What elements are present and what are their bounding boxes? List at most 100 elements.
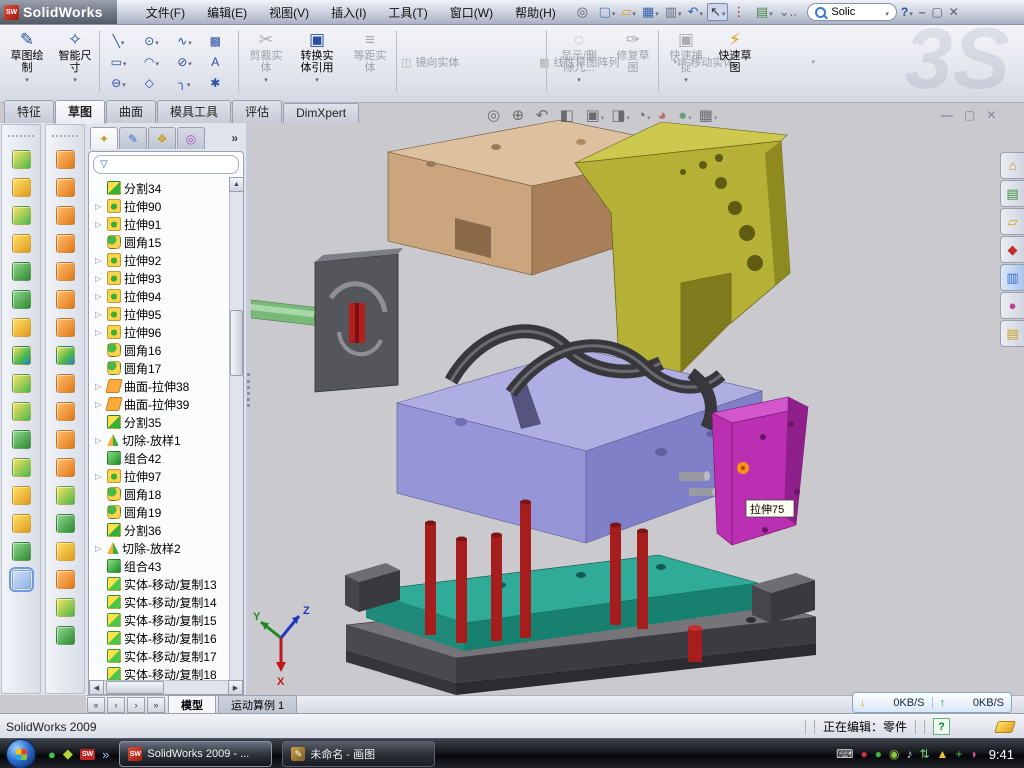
toolbar-icon[interactable] [56, 514, 75, 533]
taskbar-window-button[interactable]: ✎ 未命名 - 画图 [282, 741, 435, 767]
sketch-tool-button[interactable]: ◫ 镜向实体 ▾ [401, 28, 539, 96]
toolbar-icon[interactable] [56, 402, 75, 421]
expand-arrow-icon[interactable] [95, 436, 104, 445]
toolbar-icon[interactable] [12, 178, 31, 197]
dropdown-arrow-icon[interactable] [187, 55, 192, 69]
menu-item[interactable]: 窗口(W) [439, 1, 504, 24]
toolbar-icon[interactable] [12, 262, 31, 281]
feature-tree-item[interactable]: 拉伸95 [95, 305, 229, 323]
menu-item[interactable]: 文件(F) [135, 1, 196, 24]
graphics-viewport[interactable]: 拉伸75 Y Z X ◎ ⊕ ↶ ◧ ▣ ◨ [251, 102, 1024, 695]
tray-icon[interactable]: ◉ [889, 748, 899, 760]
sketch-entity-button[interactable]: ◠ [135, 51, 168, 72]
feature-tree-item[interactable]: 圆角17 [95, 359, 229, 377]
dropdown-arrow-icon[interactable]: ▾ [811, 58, 815, 66]
toolbar-icon[interactable] [56, 374, 75, 393]
dropdown-arrow-icon[interactable] [187, 34, 192, 48]
feature-tree-item[interactable]: 拉伸93 [95, 269, 229, 287]
feature-tree-item[interactable]: 分割36 [95, 521, 229, 539]
window-control-button[interactable]: – [919, 6, 926, 18]
toolbar-icon[interactable] [56, 150, 75, 169]
dropdown-arrow-icon[interactable] [713, 107, 718, 124]
rapid-sketch-button[interactable]: ⚡ 快速草 图 [712, 28, 758, 96]
task-pane-tab[interactable]: ▱ [1000, 208, 1024, 235]
sketch-button[interactable]: ✎ 草图绘 制 ▾ [4, 28, 50, 96]
toolbar-icon[interactable] [56, 458, 75, 477]
feature-tree-item[interactable]: 拉伸90 [95, 197, 229, 215]
ribbon-tab[interactable]: 特征 [4, 100, 54, 123]
view-tool-button[interactable]: ◕ [657, 107, 671, 124]
toolbar-icon[interactable] [12, 290, 31, 309]
window-control-button[interactable]: — [941, 108, 953, 122]
view-tool-button[interactable]: ◧ [560, 106, 579, 124]
feature-tree-item[interactable]: 拉伸97 [95, 467, 229, 485]
dropdown-arrow-icon[interactable] [121, 76, 126, 90]
view-tool-button[interactable]: ◎ [487, 106, 505, 124]
toolbar-icon[interactable] [56, 318, 75, 337]
expand-arrow-icon[interactable] [95, 220, 104, 229]
menu-item[interactable]: 帮助(H) [504, 1, 567, 24]
dropdown-arrow-icon[interactable] [698, 5, 703, 19]
smart-dimension-button[interactable]: ✧ 智能尺 寸 ▾ [52, 28, 98, 96]
expand-arrow-icon[interactable] [95, 382, 104, 391]
toolbar-icon[interactable] [56, 234, 75, 253]
dropdown-arrow-icon[interactable] [120, 34, 125, 48]
feature-tree-item[interactable]: 曲面-拉伸38 [95, 377, 229, 395]
sketch-entity-button[interactable]: ∿ [168, 30, 201, 51]
offset-entities-button[interactable]: ≡ 等距实 体 [347, 28, 393, 96]
toolbar-icon[interactable] [56, 486, 75, 505]
toolbar-button[interactable]: ▢ [597, 4, 618, 20]
menu-item[interactable]: 插入(I) [320, 1, 377, 24]
panel-splitter[interactable] [246, 123, 251, 695]
toolbar-icon[interactable] [12, 206, 31, 225]
toolbar-icon[interactable] [56, 430, 75, 449]
toolbar-icon[interactable] [12, 234, 31, 253]
scroll-up-button[interactable]: ▲ [229, 177, 243, 192]
scrollbar-thumb[interactable] [230, 310, 243, 376]
search-box[interactable] [807, 3, 897, 21]
feature-tree-item[interactable]: 圆角19 [95, 503, 229, 521]
quick-launch-icon[interactable]: » [102, 747, 109, 762]
search-dropdown-icon[interactable] [884, 5, 889, 19]
tray-icon[interactable]: ◑ [969, 748, 976, 760]
expand-arrow-icon[interactable] [95, 328, 104, 337]
window-control-button[interactable]: ✕ [986, 108, 996, 122]
toolbar-icon[interactable] [56, 346, 75, 365]
sketch-entity-button[interactable]: ╲ [102, 30, 135, 51]
dropdown-arrow-icon[interactable] [186, 76, 191, 90]
trim-entities-button[interactable]: ✂ 剪裁实 体 ▾ [243, 28, 289, 96]
quick-launch-icon[interactable]: SW [80, 749, 95, 760]
dropdown-arrow-icon[interactable]: ▾ [25, 76, 29, 84]
toolbar-icon[interactable] [56, 626, 75, 645]
expand-arrow-icon[interactable] [95, 274, 104, 283]
tree-vertical-scrollbar[interactable]: ▲ [229, 177, 243, 680]
scrollbar-thumb[interactable] [106, 681, 164, 694]
view-tool-button[interactable]: ⊕ [512, 106, 529, 124]
toolbar-icon[interactable] [12, 486, 31, 505]
toolbar-icon[interactable] [12, 150, 31, 169]
ribbon-tab[interactable]: 曲面 [106, 100, 156, 123]
tray-icon[interactable]: ⌨ [836, 748, 853, 760]
feature-tree-item[interactable]: 曲面-拉伸39 [95, 395, 229, 413]
tray-icon[interactable]: + [955, 748, 962, 760]
toolbar-icon[interactable] [12, 570, 31, 589]
feature-tree-item[interactable]: 实体-移动/复制16 [95, 629, 229, 647]
quick-tips-button[interactable]: ? [933, 718, 950, 735]
feature-tree-item[interactable]: 实体-移动/复制18 [95, 665, 229, 680]
window-control-button[interactable]: ✕ [949, 6, 959, 18]
toolbar-icon[interactable] [12, 374, 31, 393]
view-tool-button[interactable]: ● [678, 107, 692, 124]
quick-snaps-button[interactable]: ▣ 快速捕 捉 ▾ [663, 28, 709, 96]
toolbar-button[interactable]: ▱ [619, 4, 638, 20]
feature-tree-item[interactable]: 组合42 [95, 449, 229, 467]
expand-arrow-icon[interactable] [95, 292, 104, 301]
toolbar-icon[interactable] [56, 570, 75, 589]
menu-item[interactable]: 工具(T) [377, 1, 438, 24]
toolbar-icon[interactable] [56, 206, 75, 225]
panel-tab[interactable]: ✦ [90, 127, 118, 149]
start-button[interactable] [6, 739, 36, 768]
tray-icon[interactable]: ▲ [937, 748, 949, 760]
quick-launch-icon[interactable]: ● [48, 747, 56, 762]
dropdown-arrow-icon[interactable]: ▾ [315, 76, 319, 84]
help-dropdown-icon[interactable] [908, 5, 913, 19]
